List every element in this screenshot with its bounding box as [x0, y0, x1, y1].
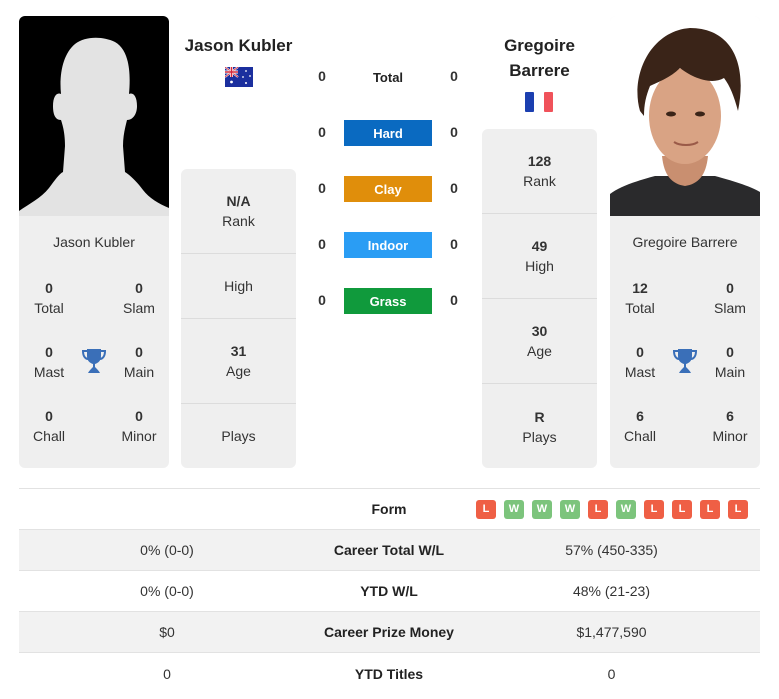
player1-name[interactable]: Jason Kubler: [176, 33, 301, 58]
h2h-total-p2: 0: [450, 68, 458, 84]
form-badge-loss[interactable]: L: [476, 499, 496, 519]
player1-titles-total: 0 Total: [34, 280, 64, 316]
player2-card: Gregoire Barrere 12 Total 0 Slam 0 Mast 0 Ma…: [610, 16, 760, 468]
h2h-row-clay: 0 Clay 0: [305, 176, 475, 202]
form-label: Form: [371, 501, 407, 517]
form-badge-loss[interactable]: L: [728, 499, 748, 519]
player2-plays: R Plays: [522, 408, 557, 445]
trophy-icon: [81, 348, 107, 374]
player1-titles-mast: 0 Mast: [33, 344, 65, 380]
ytd-wl-p1: 0% (0-0): [140, 583, 194, 599]
player1-photo: [19, 16, 169, 216]
player1-plays: Plays: [221, 428, 256, 444]
player1-titles-minor: 0 Minor: [121, 408, 157, 444]
prize-money-p2: $1,477,590: [576, 624, 647, 640]
player2-titles-chall: 6 Chall: [624, 408, 656, 444]
table-row: 0% (0-0) Career Total W/L 57% (450-335): [19, 530, 760, 571]
h2h-clay-p1: 0: [318, 180, 326, 196]
table-row: $0 Career Prize Money $1,477,590: [19, 612, 760, 653]
h2h-hard-p2: 0: [450, 124, 458, 140]
h2h-row-indoor: 0 Indoor 0: [305, 232, 475, 258]
player1-card: Jason Kubler 0 Total 0 Slam 0 Mast 0 Main 0C…: [19, 16, 169, 468]
ytd-titles-p2: 0: [607, 665, 616, 682]
form-badge-loss[interactable]: L: [672, 499, 692, 519]
ytd-titles-p1: 0: [163, 665, 171, 682]
ytd-wl-p2: 48% (21-23): [572, 583, 651, 599]
form-badge-win[interactable]: W: [504, 499, 524, 519]
player1-high: High: [181, 254, 296, 319]
player2-rank: 128 Rank: [482, 129, 597, 214]
h2h-indoor-p1: 0: [318, 236, 326, 252]
player2-stats: 128 Rank 49 High 30 Age R Plays: [482, 129, 597, 468]
form-badge-win[interactable]: W: [616, 499, 636, 519]
player2-titles-main: 0 Main: [714, 344, 746, 380]
h2h-row-hard: 0 Hard 0: [305, 120, 475, 146]
table-row: 0% (0-0) YTD W/L 48% (21-23): [19, 571, 760, 612]
h2h-row-total: 0 Total 0: [305, 64, 475, 90]
player2-titles-slam: 0 Slam: [714, 280, 746, 316]
player1-titles-main: 0 Main: [123, 344, 155, 380]
h2h-row-grass: 0 Grass 0: [305, 288, 475, 314]
comparison-table: Form LWWWLWLLLL 0% (0-0) Career Total W/…: [19, 488, 760, 694]
france-flag-icon: [525, 92, 553, 112]
form-badge-loss[interactable]: L: [644, 499, 664, 519]
career-wl-label: Career Total W/L: [333, 542, 445, 558]
career-wl-p1: 0% (0-0): [140, 542, 194, 558]
surface-grass-badge[interactable]: Grass: [344, 288, 432, 314]
h2h-clay-p2: 0: [450, 180, 458, 196]
player2-photo: [610, 16, 760, 216]
portrait-image: [610, 16, 760, 216]
career-wl-p2: 57% (450-335): [565, 542, 658, 558]
player1-titles-slam: 0 Slam: [123, 280, 155, 316]
form-row: Form LWWWLWLLLL: [19, 489, 760, 530]
prize-money-p1: $0: [159, 624, 175, 640]
table-row: 0 YTD Titles 0: [19, 653, 760, 694]
form-badge-loss[interactable]: L: [700, 499, 720, 519]
player1-card-name: Jason Kubler: [53, 234, 135, 250]
trophy-icon: [672, 348, 698, 374]
ytd-wl-label: YTD W/L: [360, 583, 418, 599]
player1-stats: N/A Rank High 31 Age Plays: [181, 169, 296, 468]
player2-card-name: Gregoire Barrere: [632, 234, 738, 250]
form-badge-win[interactable]: W: [532, 499, 552, 519]
ytd-titles-label: YTD Titles: [354, 665, 424, 682]
player2-titles-total: 12 Total: [625, 280, 655, 316]
surface-indoor-badge[interactable]: Indoor: [344, 232, 432, 258]
h2h-indoor-p2: 0: [450, 236, 458, 252]
player1-rank: N/A Rank: [181, 169, 296, 254]
player2-titles-mast: 0 Mast: [624, 344, 656, 380]
player1-titles-chall: 0 Chall: [33, 408, 65, 444]
player2-high: 49 High: [482, 214, 597, 299]
player2-name[interactable]: Gregoire Barrere: [477, 33, 602, 83]
player1-age: 31 Age: [181, 319, 296, 404]
surface-clay-badge[interactable]: Clay: [344, 176, 432, 202]
form-badges: LWWWLWLLLL: [463, 499, 760, 519]
player2-titles-minor: 6 Minor: [712, 408, 748, 444]
player2-age: 30 Age: [482, 299, 597, 384]
australia-flag-icon: [224, 66, 253, 87]
h2h-total-p1: 0: [318, 68, 326, 84]
silhouette-icon: [19, 37, 169, 216]
h2h-total-label: Total: [372, 69, 404, 85]
prize-money-label: Career Prize Money: [324, 624, 454, 640]
form-badge-loss[interactable]: L: [588, 499, 608, 519]
h2h-hard-p1: 0: [318, 124, 326, 140]
surface-hard-badge[interactable]: Hard: [344, 120, 432, 146]
h2h-grass-p1: 0: [318, 292, 326, 308]
form-badge-win[interactable]: W: [560, 499, 580, 519]
h2h-grass-p2: 0: [450, 292, 458, 308]
